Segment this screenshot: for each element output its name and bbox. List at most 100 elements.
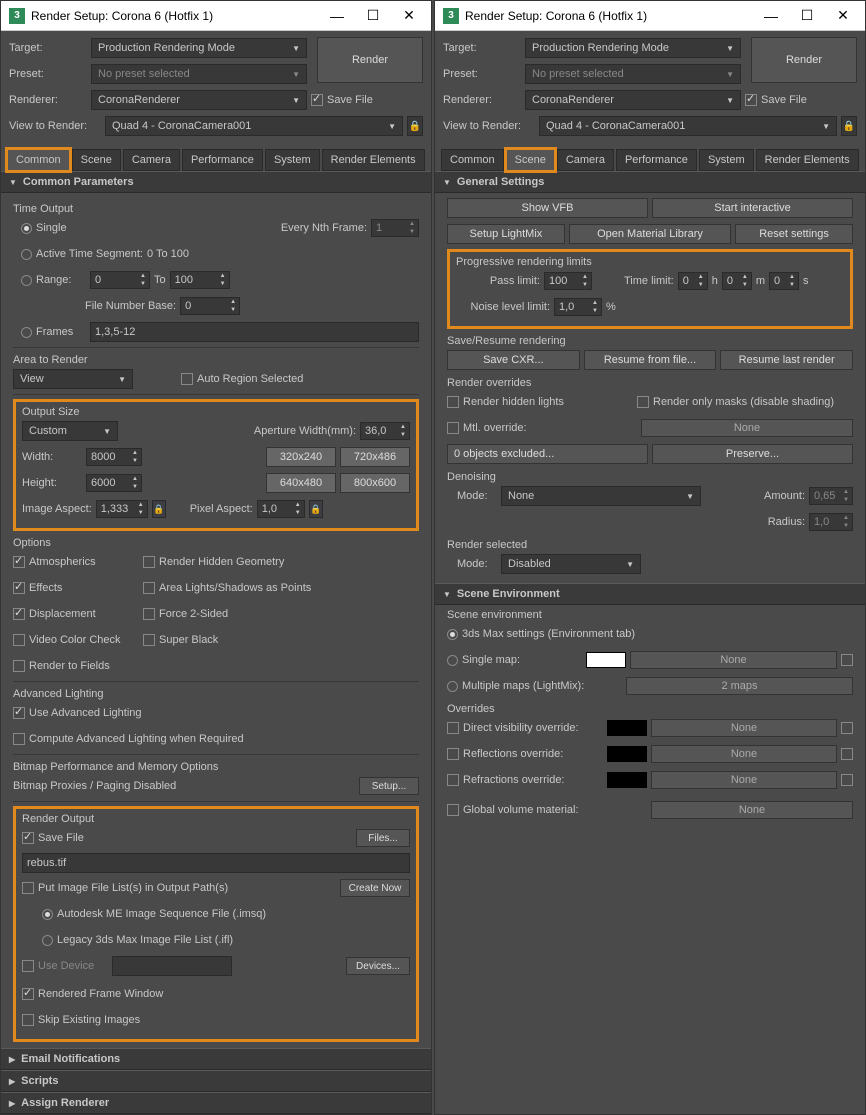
chk-refl[interactable]: [447, 748, 459, 760]
chk-vcc[interactable]: [13, 634, 25, 646]
tab-elements[interactable]: Render Elements: [756, 149, 859, 171]
savefile-check[interactable]: [311, 94, 323, 106]
range-to[interactable]: 100▲▼: [170, 271, 230, 289]
every-nth-spin[interactable]: 1▲▼: [371, 219, 419, 237]
area-combo[interactable]: View▼: [13, 369, 133, 389]
tab-system[interactable]: System: [265, 149, 320, 171]
start-int-button[interactable]: Start interactive: [652, 198, 853, 218]
chk-useadv[interactable]: [13, 707, 25, 719]
preset-320[interactable]: 320x240: [266, 447, 336, 467]
chk-alsp[interactable]: [143, 582, 155, 594]
width-spin[interactable]: 8000▲▼: [86, 448, 142, 466]
mtl-none-button[interactable]: None: [641, 419, 853, 437]
chk-compadv[interactable]: [13, 733, 25, 745]
pix-aspect-spin[interactable]: 1,0▲▼: [257, 500, 305, 518]
rendersel-combo[interactable]: Disabled▼: [501, 554, 641, 574]
chk-rfw[interactable]: [22, 988, 34, 1000]
objs-excluded-button[interactable]: 0 objects excluded...: [447, 444, 648, 464]
range-from[interactable]: 0▲▼: [90, 271, 150, 289]
time-m-spin[interactable]: 0▲▼: [722, 272, 752, 290]
tab-scene[interactable]: Scene: [506, 149, 555, 171]
view-combo[interactable]: Quad 4 - CoronaCamera001▼: [105, 116, 403, 136]
target-combo[interactable]: Production Rendering Mode▼: [525, 38, 741, 58]
minimize-button[interactable]: —: [319, 4, 355, 28]
radio-range[interactable]: [21, 275, 32, 286]
chk-atmos[interactable]: [13, 556, 25, 568]
pass-limit-spin[interactable]: 100▲▼: [544, 272, 592, 290]
scene-env-header[interactable]: ▼Scene Environment: [435, 583, 865, 605]
time-s-spin[interactable]: 0▲▼: [769, 272, 799, 290]
pix-lock-icon[interactable]: 🔒: [309, 500, 323, 518]
email-header[interactable]: ▶Email Notifications: [1, 1048, 431, 1070]
chk-refr[interactable]: [447, 774, 459, 786]
files-button[interactable]: Files...: [356, 829, 410, 847]
chk-hidden-lights[interactable]: [447, 396, 459, 408]
renderer-combo[interactable]: CoronaRenderer▼: [91, 90, 307, 110]
filename-input[interactable]: rebus.tif: [22, 853, 410, 873]
resume-last-button[interactable]: Resume last render: [720, 350, 853, 370]
preset-800[interactable]: 800x600: [340, 473, 410, 493]
tab-performance[interactable]: Performance: [616, 149, 697, 171]
general-header[interactable]: ▼General Settings: [435, 171, 865, 193]
frames-input[interactable]: 1,3,5-12: [90, 322, 419, 342]
lock-icon[interactable]: 🔒: [407, 116, 423, 136]
aperture-spin[interactable]: 36,0▲▼: [360, 422, 410, 440]
dirvis-none[interactable]: None: [651, 719, 837, 737]
open-mat-button[interactable]: Open Material Library: [569, 224, 731, 244]
renderer-combo[interactable]: CoronaRenderer▼: [525, 90, 741, 110]
radio-3ds-env[interactable]: [447, 629, 458, 640]
height-spin[interactable]: 6000▲▼: [86, 474, 142, 492]
lock-icon[interactable]: 🔒: [841, 116, 857, 136]
preset-combo[interactable]: No preset selected▼: [91, 64, 307, 84]
radio-active[interactable]: [21, 249, 32, 260]
file-num-base[interactable]: 0▲▼: [180, 297, 240, 315]
refl-none[interactable]: None: [651, 745, 837, 763]
chk-sb[interactable]: [143, 634, 155, 646]
chk-eff[interactable]: [13, 582, 25, 594]
outsize-combo[interactable]: Custom▼: [22, 421, 118, 441]
refr-chk2[interactable]: [841, 774, 853, 786]
chk-disp[interactable]: [13, 608, 25, 620]
noise-spin[interactable]: 1,0▲▼: [554, 298, 602, 316]
setup-button[interactable]: Setup...: [359, 777, 419, 795]
device-input[interactable]: [112, 956, 232, 976]
save-cxr-button[interactable]: Save CXR...: [447, 350, 580, 370]
chk-only-masks[interactable]: [637, 396, 649, 408]
view-combo[interactable]: Quad 4 - CoronaCamera001▼: [539, 116, 837, 136]
chk-globvol[interactable]: [447, 804, 459, 816]
tab-camera[interactable]: Camera: [557, 149, 614, 171]
tab-common[interactable]: Common: [7, 149, 70, 171]
radius-spin[interactable]: 1,0▲▼: [809, 513, 853, 531]
dirvis-chk2[interactable]: [841, 722, 853, 734]
render-button[interactable]: Render: [317, 37, 423, 83]
radio-autodesk[interactable]: [42, 909, 53, 920]
denoise-mode-combo[interactable]: None▼: [501, 486, 701, 506]
radio-single[interactable]: [21, 223, 32, 234]
assign-header[interactable]: ▶Assign Renderer: [1, 1092, 431, 1114]
target-combo[interactable]: Production Rendering Mode▼: [91, 38, 307, 58]
img-aspect-spin[interactable]: 1,333▲▼: [96, 500, 148, 518]
single-map-none[interactable]: None: [630, 651, 837, 669]
create-now-button[interactable]: Create Now: [340, 879, 410, 897]
radio-single-map[interactable]: [447, 655, 458, 666]
auto-region-check[interactable]: [181, 373, 193, 385]
dirvis-swatch[interactable]: [607, 720, 647, 736]
tab-common[interactable]: Common: [441, 149, 504, 171]
chk-dirvis[interactable]: [447, 722, 459, 734]
close-button[interactable]: ✕: [391, 4, 427, 28]
minimize-button[interactable]: —: [753, 4, 789, 28]
show-vfb-button[interactable]: Show VFB: [447, 198, 648, 218]
radio-frames[interactable]: [21, 327, 32, 338]
preserve-button[interactable]: Preserve...: [652, 444, 853, 464]
tab-performance[interactable]: Performance: [182, 149, 263, 171]
reset-button[interactable]: Reset settings: [735, 224, 853, 244]
preset-640[interactable]: 640x480: [266, 473, 336, 493]
scripts-header[interactable]: ▶Scripts: [1, 1070, 431, 1092]
globvol-none[interactable]: None: [651, 801, 853, 819]
devices-button[interactable]: Devices...: [346, 957, 410, 975]
aspect-lock-icon[interactable]: 🔒: [152, 500, 166, 518]
tab-system[interactable]: System: [699, 149, 754, 171]
amount-spin[interactable]: 0,65▲▼: [809, 487, 853, 505]
chk-rhg[interactable]: [143, 556, 155, 568]
close-button[interactable]: ✕: [825, 4, 861, 28]
